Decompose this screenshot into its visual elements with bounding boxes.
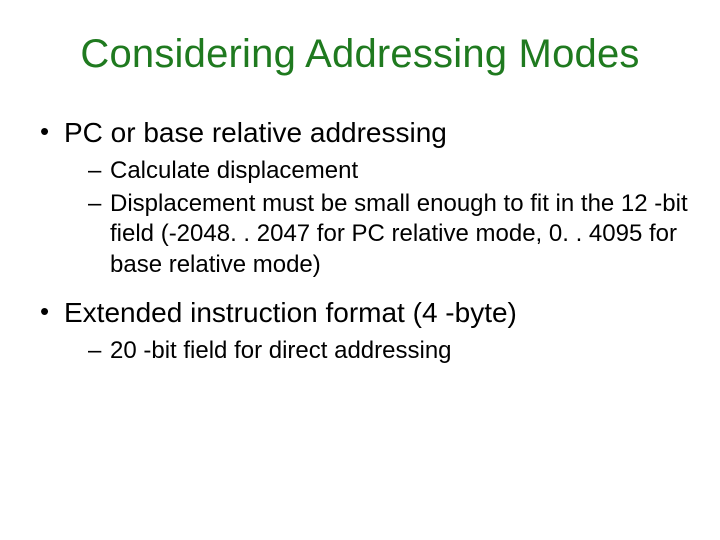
list-item: Extended instruction format (4 -byte) 20…	[36, 295, 690, 367]
sub-bullet-text: Calculate displacement	[110, 157, 358, 184]
bullet-list: PC or base relative addressing Calculate…	[30, 115, 690, 367]
slide-title: Considering Addressing Modes	[30, 32, 690, 77]
bullet-text: PC or base relative addressing	[64, 117, 447, 148]
sub-bullet-list: Calculate displacement Displacement must…	[64, 156, 690, 281]
sub-bullet-text: 20 -bit field for direct addressing	[110, 337, 452, 364]
list-item: PC or base relative addressing Calculate…	[36, 115, 690, 281]
slide: Considering Addressing Modes PC or base …	[0, 0, 720, 540]
list-item: Displacement must be small enough to fit…	[88, 189, 690, 281]
sub-bullet-text: Displacement must be small enough to fit…	[110, 190, 688, 278]
list-item: 20 -bit field for direct addressing	[88, 336, 690, 367]
list-item: Calculate displacement	[88, 156, 690, 187]
sub-bullet-list: 20 -bit field for direct addressing	[64, 336, 690, 367]
bullet-text: Extended instruction format (4 -byte)	[64, 297, 517, 328]
